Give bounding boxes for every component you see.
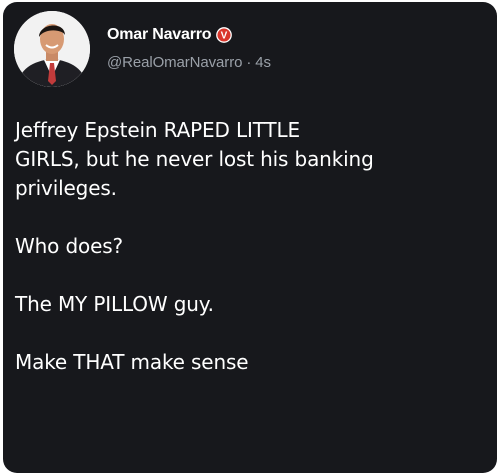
handle[interactable]: @RealOmarNavarro xyxy=(107,54,242,71)
tweet-paragraph: Who does? xyxy=(15,234,123,258)
tweet-paragraph: Make THAT make sense xyxy=(15,350,249,374)
name-row: Omar Navarro V xyxy=(107,24,233,46)
tweet-paragraph: Jeffrey Epstein RAPED LITTLE GIRLS, but … xyxy=(15,118,374,200)
meta-separator: · xyxy=(246,54,252,71)
tweet-header: Omar Navarro V @RealOmarNavarro · 4s xyxy=(14,11,484,87)
screenshot-frame: Omar Navarro V @RealOmarNavarro · 4s Jeffr… xyxy=(0,0,500,476)
tweet-text: Jeffrey Epstein RAPED LITTLE GIRLS, but … xyxy=(15,116,485,377)
display-name[interactable]: Omar Navarro xyxy=(107,26,212,44)
verified-badge-glyph: V xyxy=(221,31,228,42)
handle-row: @RealOmarNavarro · 4s xyxy=(107,54,271,71)
verified-v-badge-icon: V xyxy=(216,27,233,43)
profile-photo-icon xyxy=(14,11,90,87)
tweet-paragraph: The MY PILLOW guy. xyxy=(15,292,214,316)
timestamp[interactable]: 4s xyxy=(255,54,271,71)
avatar[interactable] xyxy=(14,11,90,87)
tweet-card[interactable]: Omar Navarro V @RealOmarNavarro · 4s Jeffr… xyxy=(3,2,497,473)
